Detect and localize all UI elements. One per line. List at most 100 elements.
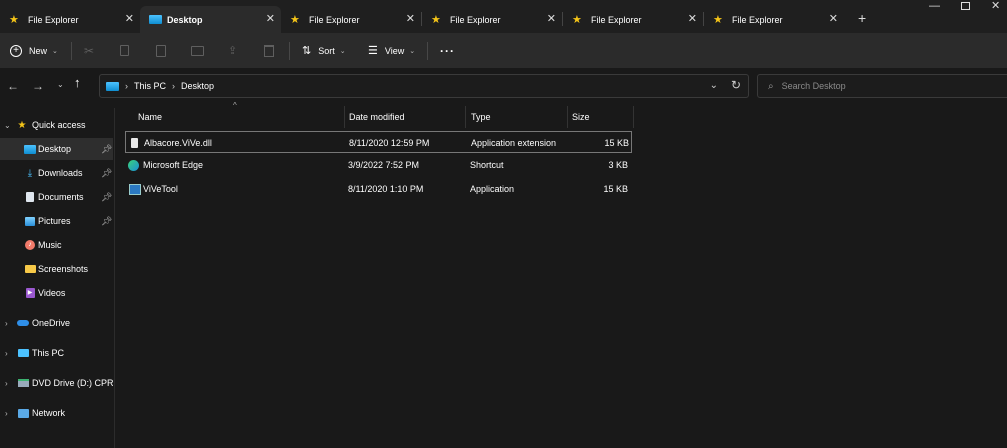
file-name: Microsoft Edge — [143, 160, 204, 170]
chevron-right-icon: › — [5, 318, 8, 328]
close-window-icon[interactable]: ✕ — [991, 0, 1000, 12]
computer-icon — [17, 347, 29, 359]
nav-item-music[interactable]: ♪ Music — [0, 234, 113, 256]
nav-network[interactable]: › Network — [0, 402, 113, 424]
more-options-icon[interactable]: ··· — [440, 33, 455, 68]
navigation-pane: ⌄ ★ Quick access Desktop 📌︎ ⤓ Downloads … — [0, 108, 115, 448]
star-icon: ★ — [431, 14, 441, 26]
rename-icon[interactable] — [191, 33, 204, 68]
nav-label: OneDrive — [32, 318, 71, 328]
column-divider[interactable] — [633, 106, 634, 128]
star-icon: ★ — [9, 14, 19, 26]
nav-label: Desktop — [38, 144, 72, 154]
nav-item-desktop[interactable]: Desktop 📌︎ — [0, 138, 113, 160]
nav-item-screenshots[interactable]: Screenshots — [0, 258, 113, 280]
breadcrumb-chevron-icon: › — [125, 81, 128, 91]
nav-dvd-drive[interactable]: › DVD Drive (D:) CPRA — [0, 372, 113, 394]
sort-label: Sort — [318, 45, 335, 56]
chevron-down-icon: ⌄ — [339, 47, 346, 55]
network-icon — [17, 407, 29, 419]
nav-quick-access[interactable]: ⌄ ★ Quick access — [0, 114, 113, 136]
column-header-name[interactable]: Name — [138, 106, 344, 128]
column-divider[interactable] — [465, 106, 466, 128]
tab-file-explorer-4[interactable]: ★ File Explorer ✕ — [422, 6, 562, 33]
back-arrow-icon[interactable]: ← — [7, 79, 19, 93]
recent-locations-chevron-icon[interactable]: ⌄ — [57, 80, 64, 89]
desktop-icon — [24, 143, 36, 155]
view-button[interactable]: ☰ View ⌄ — [368, 33, 415, 68]
new-label: New — [29, 45, 48, 56]
file-row[interactable]: Microsoft Edge 3/9/2022 7:52 PM Shortcut… — [125, 154, 632, 176]
cloud-icon — [17, 317, 29, 329]
refresh-icon[interactable]: ↻ — [731, 78, 741, 92]
tab-desktop[interactable]: Desktop ✕ — [140, 6, 281, 33]
tab-file-explorer-6[interactable]: ★ File Explorer ✕ — [704, 6, 844, 33]
plus-circle-icon: + — [10, 44, 22, 57]
column-header-size[interactable]: Size — [572, 106, 632, 128]
file-type: Shortcut — [470, 160, 504, 170]
file-row[interactable]: ViVeTool 8/11/2020 1:10 PM Application 1… — [125, 178, 632, 200]
pin-icon: 📌︎ — [101, 143, 113, 154]
search-box[interactable]: ⌕ Search Desktop — [757, 74, 1007, 98]
tab-file-explorer-5[interactable]: ★ File Explorer ✕ — [563, 6, 703, 33]
nav-label: Screenshots — [38, 264, 89, 274]
paste-icon[interactable] — [156, 33, 166, 68]
nav-item-videos[interactable]: ▶ Videos — [0, 282, 113, 304]
nav-item-documents[interactable]: Documents 📌︎ — [0, 186, 113, 208]
close-tab-icon[interactable]: ✕ — [406, 12, 415, 25]
tab-label: File Explorer — [450, 14, 501, 25]
star-icon: ★ — [17, 119, 27, 131]
nav-label: Downloads — [38, 168, 83, 178]
column-divider[interactable] — [344, 106, 345, 128]
download-icon: ⤓ — [27, 167, 33, 179]
breadcrumb-desktop[interactable]: Desktop — [181, 81, 214, 91]
close-tab-icon[interactable]: ✕ — [688, 12, 697, 25]
dvd-drive-icon — [17, 377, 29, 389]
close-tab-icon[interactable]: ✕ — [829, 12, 838, 25]
minimize-icon[interactable]: — — [929, 0, 940, 12]
cut-icon[interactable]: ✂ — [84, 33, 94, 68]
breadcrumb-this-pc[interactable]: This PC — [134, 81, 166, 91]
pin-icon: 📌︎ — [101, 215, 113, 226]
nav-item-pictures[interactable]: Pictures 📌︎ — [0, 210, 113, 232]
chevron-right-icon: › — [5, 348, 8, 358]
new-tab-icon[interactable]: + — [858, 10, 866, 26]
star-icon: ★ — [713, 14, 723, 26]
column-header-date[interactable]: Date modified — [349, 106, 465, 128]
tab-label: File Explorer — [591, 14, 642, 25]
address-dropdown-icon[interactable]: ⌄ — [710, 80, 718, 91]
column-header-type[interactable]: Type — [471, 106, 566, 128]
address-row: ← → ⌄ ↑ › This PC › Desktop ⌄ ↻ ⌕ Search… — [0, 68, 1007, 106]
forward-arrow-icon[interactable]: → — [32, 79, 44, 93]
tab-strip: ★ File Explorer ✕ Desktop ✕ ★ File Explo… — [0, 0, 1007, 33]
close-tab-icon[interactable]: ✕ — [266, 12, 275, 25]
delete-icon[interactable] — [264, 33, 274, 68]
sort-button[interactable]: ⇅ Sort ⌄ — [302, 33, 346, 68]
file-type: Application extension — [471, 138, 557, 148]
tab-file-explorer-3[interactable]: ★ File Explorer ✕ — [281, 6, 421, 33]
star-icon: ★ — [572, 14, 582, 26]
address-bar[interactable]: › This PC › Desktop ⌄ — [99, 74, 749, 98]
restore-icon[interactable] — [961, 2, 970, 10]
column-label: Size — [572, 112, 590, 122]
chevron-down-icon: ⌄ — [52, 47, 58, 55]
close-tab-icon[interactable]: ✕ — [125, 12, 134, 25]
tab-file-explorer-1[interactable]: ★ File Explorer ✕ — [0, 6, 140, 33]
up-arrow-icon[interactable]: ↑ — [74, 75, 81, 90]
column-divider[interactable] — [567, 106, 568, 128]
close-tab-icon[interactable]: ✕ — [547, 12, 556, 25]
share-icon[interactable]: ⇪ — [228, 33, 237, 68]
nav-label: Quick access — [32, 120, 86, 130]
nav-item-downloads[interactable]: ⤓ Downloads 📌︎ — [0, 162, 113, 184]
file-row[interactable]: Albacore.ViVe.dll 8/11/2020 12:59 PM App… — [125, 131, 632, 153]
file-name: Albacore.ViVe.dll — [144, 138, 212, 148]
sort-icon: ⇅ — [302, 45, 312, 57]
pin-icon: 📌︎ — [101, 167, 113, 178]
file-size: 15 KB — [603, 184, 628, 194]
nav-onedrive[interactable]: › OneDrive — [0, 312, 113, 334]
search-icon: ⌕ — [768, 80, 774, 92]
copy-icon[interactable] — [120, 33, 129, 68]
nav-this-pc[interactable]: › This PC — [0, 342, 113, 364]
nav-label: Videos — [38, 288, 66, 298]
new-button[interactable]: + New ⌄ — [10, 33, 58, 68]
